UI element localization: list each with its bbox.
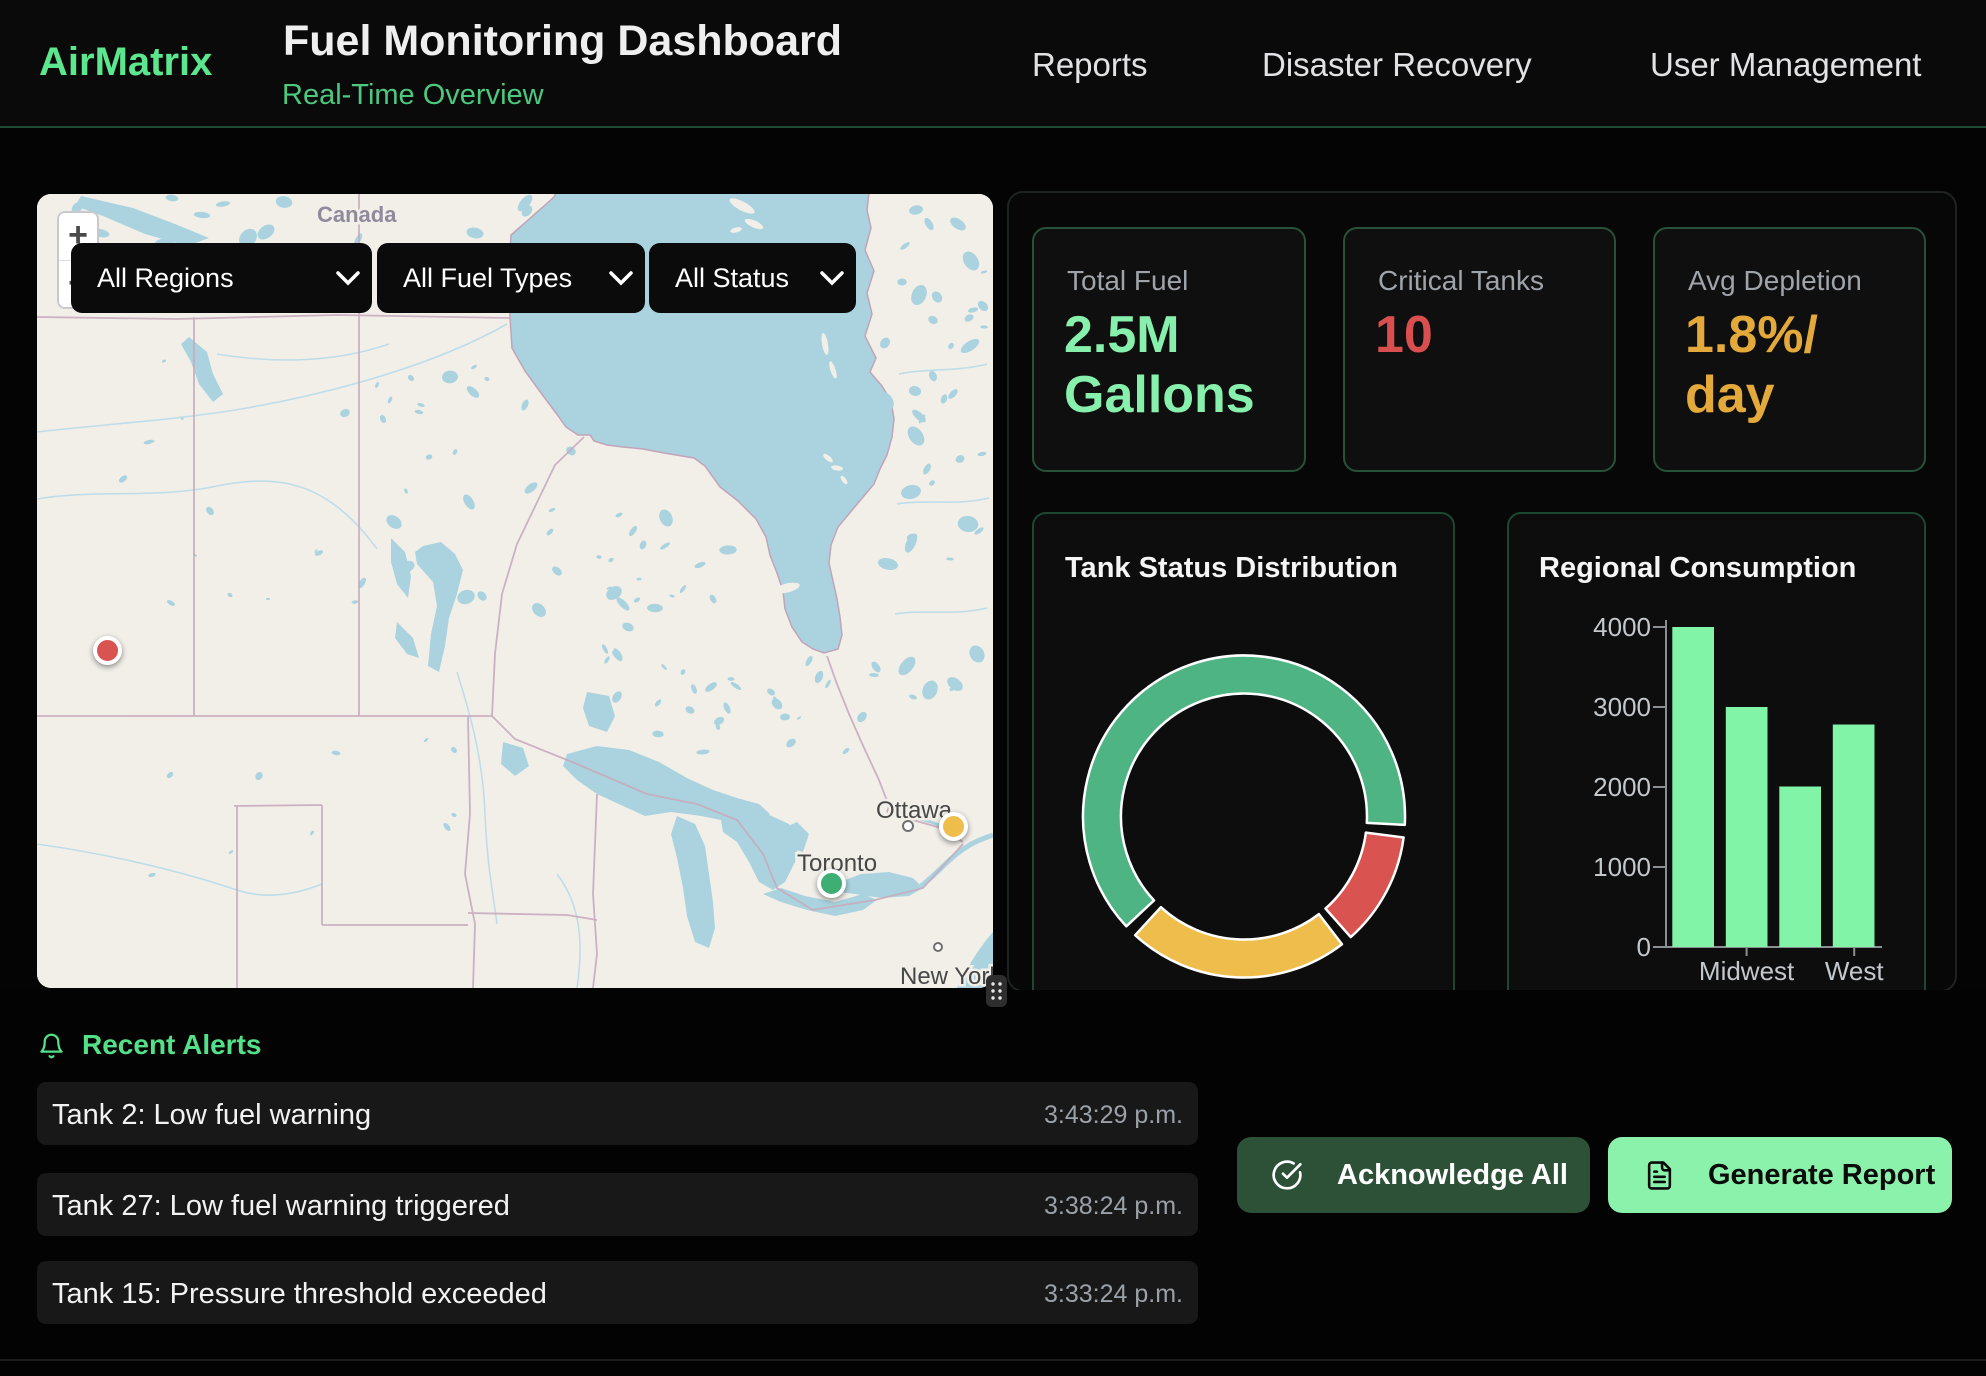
svg-text:4000: 4000 xyxy=(1593,612,1651,642)
svg-text:2000: 2000 xyxy=(1593,772,1651,802)
svg-text:3000: 3000 xyxy=(1593,692,1651,722)
svg-text:1000: 1000 xyxy=(1593,852,1651,882)
svg-text:0: 0 xyxy=(1637,932,1651,962)
svg-text:West: West xyxy=(1825,956,1885,986)
svg-text:Midwest: Midwest xyxy=(1699,956,1795,986)
svg-text:Canada: Canada xyxy=(317,202,397,227)
svg-text:New York: New York xyxy=(900,963,993,988)
